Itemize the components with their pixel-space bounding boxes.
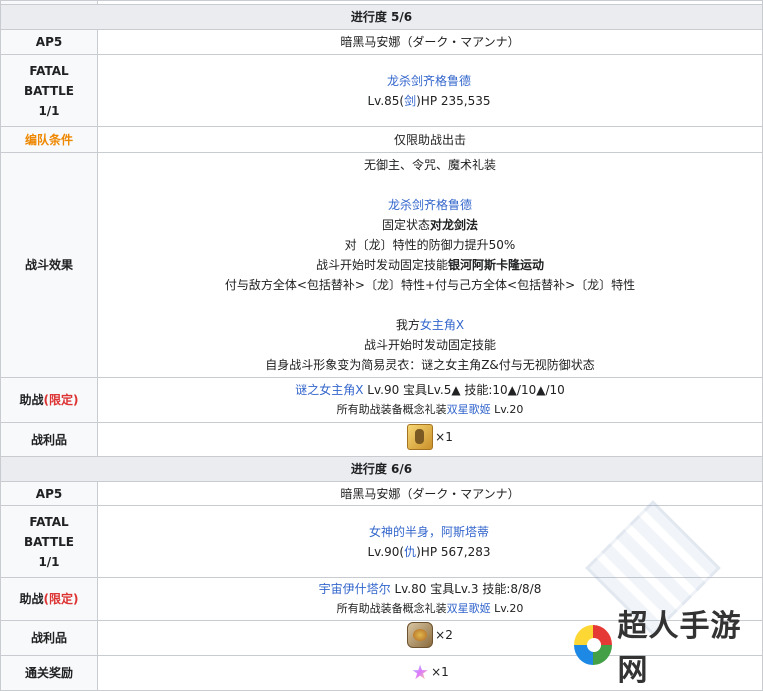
support-ce-suffix: Lv.20 bbox=[490, 403, 524, 416]
enemy-class-link[interactable]: 剑 bbox=[404, 94, 416, 108]
support-ce-line: 所有助战装备概念礼装双星歌姬 Lv.20 bbox=[98, 599, 762, 619]
enemy-stats-suffix: )HP 235,535 bbox=[416, 93, 491, 108]
stage5-header-row: 进行度 5/6 bbox=[0, 4, 763, 30]
quest-table: 进行度 5/6 AP5 暗黑马安娜（ダーク・マアンナ） FATAL BATTLE… bbox=[0, 0, 763, 691]
dragon-egg-icon[interactable] bbox=[407, 622, 434, 648]
support-ce-line: 所有助战装备概念礼装双星歌姬 Lv.20 bbox=[98, 400, 762, 420]
support-ce-link[interactable]: 双星歌姬 bbox=[447, 602, 491, 615]
stage6-ap-value: 暗黑马安娜（ダーク・マアンナ） bbox=[97, 481, 763, 506]
support-servant-line: 谜之女主角X Lv.90 宝具Lv.5▲ 技能:10▲/10▲/10 bbox=[98, 380, 762, 400]
fatal-label-line: FATAL bbox=[29, 514, 69, 529]
enemy-stats-prefix: Lv.90( bbox=[367, 544, 405, 559]
stage6-fatal-label: FATAL BATTLE 1/1 bbox=[0, 505, 98, 578]
support-ce-link[interactable]: 双星歌姬 bbox=[447, 403, 491, 416]
fatal-label-line: 1/1 bbox=[38, 103, 60, 118]
stage5-formation-value: 仅限助战出击 bbox=[97, 126, 763, 153]
stage6-reward-row: 通关奖励 ★ ×1 bbox=[0, 655, 763, 691]
stage5-header: 进行度 5/6 bbox=[0, 4, 763, 30]
loot-count: ×2 bbox=[435, 628, 453, 642]
loot-count: ×1 bbox=[435, 429, 453, 444]
stage6-reward-label: 通关奖励 bbox=[0, 655, 98, 691]
stage5-loot-body: ×1 bbox=[97, 422, 763, 457]
stage6-header-row: 进行度 6/6 bbox=[0, 456, 763, 482]
effect-text: 我方 bbox=[395, 318, 420, 332]
stage5-support-body: 谜之女主角X Lv.90 宝具Lv.5▲ 技能:10▲/10▲/10 所有助战装… bbox=[97, 377, 763, 423]
effect-bold-text: 对龙剑法 bbox=[430, 218, 479, 232]
stage5-enemy-name[interactable]: 龙杀剑齐格鲁德 bbox=[319, 71, 539, 91]
gold-statue-icon[interactable] bbox=[407, 423, 434, 450]
stage6-header: 进行度 6/6 bbox=[0, 456, 763, 482]
stage6-support-label: 助战(限定) bbox=[0, 577, 98, 621]
loot-item[interactable]: ×2 bbox=[407, 622, 453, 648]
fatal-label-line: 1/1 bbox=[38, 554, 60, 569]
reward-count: ×1 bbox=[431, 664, 449, 679]
support-label-text: 助战 bbox=[19, 393, 44, 407]
stage5-fatal-row: FATAL BATTLE 1/1 龙杀剑齐格鲁德 Lv.85(剑)HP 235,… bbox=[0, 54, 763, 127]
loot-item[interactable]: ×1 bbox=[407, 423, 453, 450]
stage5-formation-row: 编队条件 仅限助战出击 bbox=[0, 126, 763, 153]
stage6-loot-label: 战利品 bbox=[0, 620, 98, 656]
support-detail: Lv.80 宝具Lv.3 技能:8/8/8 bbox=[390, 582, 542, 596]
stage5-effects-row: 战斗效果 无御主、令咒、魔术礼装 龙杀剑齐格鲁德 固定状态对龙剑法 对〔龙〕特性… bbox=[0, 152, 763, 378]
support-ce-suffix: Lv.20 bbox=[490, 602, 524, 615]
stage6-enemy-stats: Lv.90(仇)HP 567,283 bbox=[319, 542, 539, 562]
effect-skill-line: 战斗开始时发动固定技能银河阿斯卡隆运动 bbox=[98, 255, 762, 275]
effect-bold-text: 银河阿斯卡隆运动 bbox=[448, 258, 545, 272]
stage6-support-row: 助战(限定) 宇宙伊什塔尔 Lv.80 宝具Lv.3 技能:8/8/8 所有助战… bbox=[0, 577, 763, 621]
effect-line: 战斗开始时发动固定技能 bbox=[363, 338, 496, 352]
stage5-enemy-grid: 龙杀剑齐格鲁德 Lv.85(剑)HP 235,535 bbox=[98, 55, 762, 126]
effect-text: 战斗开始时发动固定技能 bbox=[315, 258, 448, 272]
stage6-fatal-row: FATAL BATTLE 1/1 女神的半身，阿斯塔蒂 Lv.90(仇)HP 5… bbox=[0, 505, 763, 578]
effect-enemy-name[interactable]: 龙杀剑齐格鲁德 bbox=[98, 195, 762, 215]
stage5-ap-row: AP5 暗黑马安娜（ダーク・マアンナ） bbox=[0, 29, 763, 55]
stage6-reward-body: ★ ×1 bbox=[97, 655, 763, 691]
fatal-label-line: BATTLE bbox=[24, 534, 74, 549]
effect-fixed-state: 固定状态对龙剑法 bbox=[98, 215, 762, 235]
effect-line: 无御主、令咒、魔术礼装 bbox=[363, 158, 496, 172]
stage6-loot-row: 战利品 ×2 bbox=[0, 620, 763, 656]
support-limited-tag: (限定) bbox=[43, 592, 79, 606]
reward-item[interactable]: ★ ×1 bbox=[411, 662, 449, 682]
stage5-ap-value: 暗黑马安娜（ダーク・マアンナ） bbox=[97, 29, 763, 55]
stage5-ap-label: AP5 bbox=[0, 29, 98, 55]
effect-text: 固定状态 bbox=[381, 218, 430, 232]
support-servant-line: 宇宙伊什塔尔 Lv.80 宝具Lv.3 技能:8/8/8 bbox=[98, 579, 762, 599]
support-ce-prefix: 所有助战装备概念礼装 bbox=[336, 602, 447, 615]
support-detail: Lv.90 宝具Lv.5▲ 技能:10▲/10▲/10 bbox=[363, 383, 565, 397]
effect-ally-line: 我方女主角X bbox=[98, 315, 762, 335]
enemy-class-link[interactable]: 仇 bbox=[404, 545, 416, 559]
support-servant-link[interactable]: 谜之女主角X bbox=[295, 383, 363, 397]
fatal-label-line: FATAL bbox=[29, 63, 69, 78]
effect-line: 自身战斗形象变为简易灵衣：谜之女主角Z&付与无视防御状态 bbox=[265, 358, 595, 372]
stage5-formation-label: 编队条件 bbox=[0, 126, 98, 153]
stage5-loot-label: 战利品 bbox=[0, 422, 98, 457]
enemy-stats-prefix: Lv.85( bbox=[367, 93, 405, 108]
rainbow-star-icon[interactable]: ★ bbox=[411, 662, 429, 682]
support-ce-prefix: 所有助战装备概念礼装 bbox=[336, 403, 447, 416]
support-label-text: 助战 bbox=[19, 592, 44, 606]
effect-line: 对〔龙〕特性的防御力提升50% bbox=[344, 238, 516, 252]
stage5-fatal-label: FATAL BATTLE 1/1 bbox=[0, 54, 98, 127]
stage6-ap-row: AP5 暗黑马安娜（ダーク・マアンナ） bbox=[0, 481, 763, 506]
stage6-ap-label: AP5 bbox=[0, 481, 98, 506]
support-limited-tag: (限定) bbox=[43, 393, 79, 407]
fatal-label-line: BATTLE bbox=[24, 83, 74, 98]
stage6-support-body: 宇宙伊什塔尔 Lv.80 宝具Lv.3 技能:8/8/8 所有助战装备概念礼装双… bbox=[97, 577, 763, 621]
stage6-enemy-name[interactable]: 女神的半身，阿斯塔蒂 bbox=[319, 522, 539, 542]
support-servant-link[interactable]: 宇宙伊什塔尔 bbox=[319, 582, 391, 596]
stage5-enemy-stats: Lv.85(剑)HP 235,535 bbox=[319, 91, 539, 111]
stage5-support-label: 助战(限定) bbox=[0, 377, 98, 423]
stage6-enemy-grid: 女神的半身，阿斯塔蒂 Lv.90(仇)HP 567,283 bbox=[98, 506, 762, 577]
effect-ally-link[interactable]: 女主角X bbox=[420, 318, 464, 332]
stage5-effects-body: 无御主、令咒、魔术礼装 龙杀剑齐格鲁德 固定状态对龙剑法 对〔龙〕特性的防御力提… bbox=[97, 152, 763, 378]
effect-line: 付与敌方全体<包括替补>〔龙〕特性+付与己方全体<包括替补>〔龙〕特性 bbox=[224, 278, 636, 292]
enemy-stats-suffix: )HP 567,283 bbox=[416, 544, 491, 559]
stage5-loot-row: 战利品 ×1 bbox=[0, 422, 763, 457]
stage5-effects-label: 战斗效果 bbox=[0, 152, 98, 378]
stage6-loot-body: ×2 bbox=[97, 620, 763, 656]
stage5-support-row: 助战(限定) 谜之女主角X Lv.90 宝具Lv.5▲ 技能:10▲/10▲/1… bbox=[0, 377, 763, 423]
